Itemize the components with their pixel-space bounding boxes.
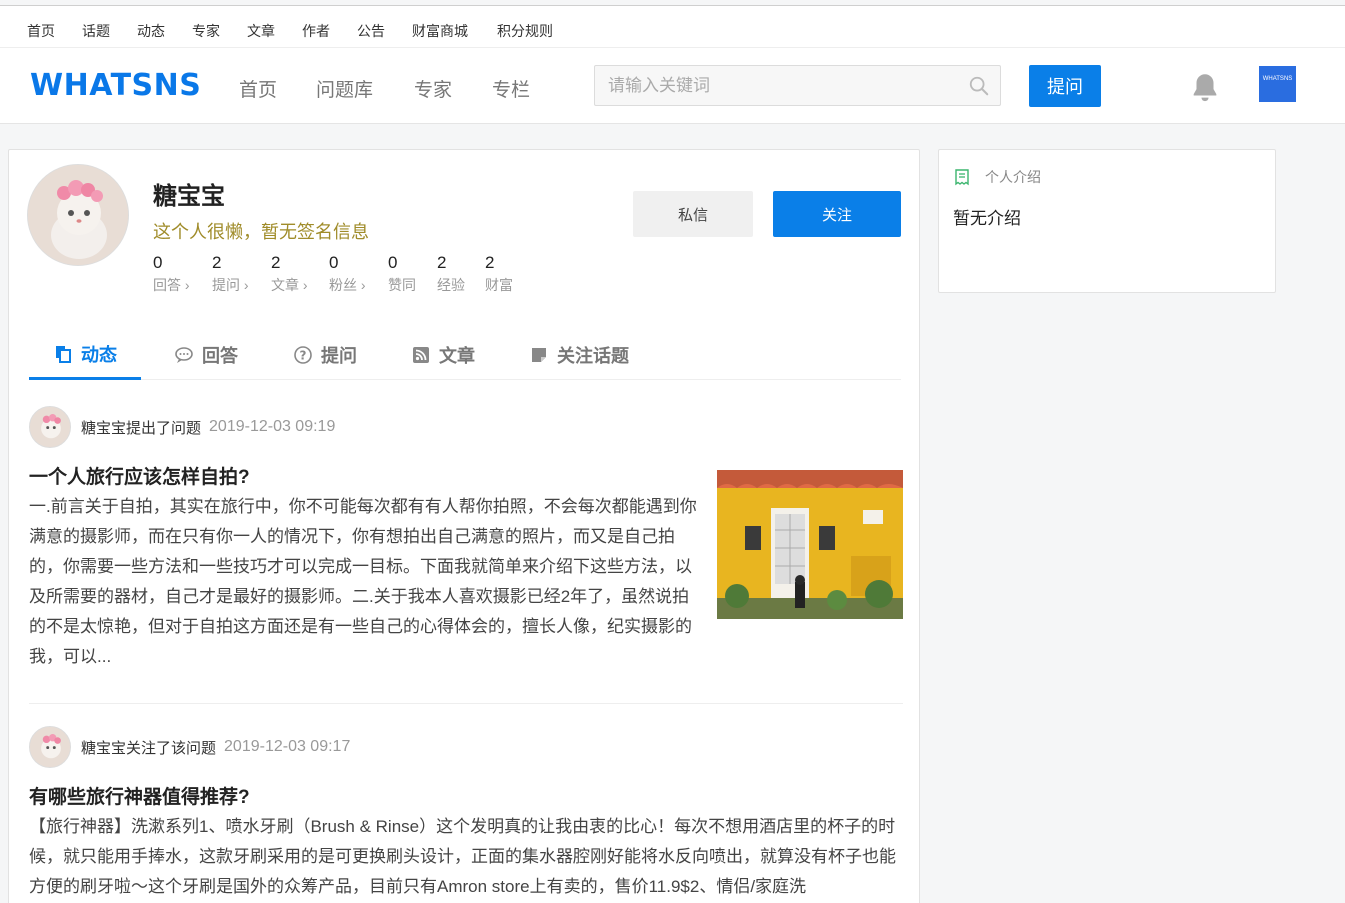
question-icon: ?: [294, 346, 312, 364]
feed-time: 2019-12-03 09:17: [224, 738, 351, 755]
rss-icon: [413, 347, 429, 363]
feed-excerpt: 一.前言关于自拍，其实在旅行中，你不可能每次都有有人帮你拍照，不会每次都能遇到你…: [29, 497, 697, 666]
topnav-authors[interactable]: 作者: [302, 21, 330, 41]
topnav-experts[interactable]: 专家: [192, 21, 220, 41]
topnav-activity[interactable]: 动态: [137, 21, 165, 41]
stat-answers[interactable]: 0 回答 ›: [153, 253, 190, 295]
profile-tabs: 动态 回答 ? 提问 文章 关注话题: [29, 330, 901, 380]
tab-questions[interactable]: ? 提问: [269, 330, 381, 380]
intro-title: 个人介绍: [985, 169, 1041, 185]
feed-thumbnail[interactable]: [717, 470, 903, 619]
stat-experience: 2 经验: [437, 253, 465, 293]
feed-time: 2019-12-03 09:19: [209, 418, 336, 435]
top-bar: 首页 话题 动态 专家 文章 作者 公告 财富商城 积分规则: [0, 6, 1345, 48]
feed-title[interactable]: 一个人旅行应该怎样自拍?: [29, 462, 250, 489]
feed-item: 糖宝宝关注了该问题 2019-12-03 09:17 有哪些旅行神器值得推荐? …: [29, 726, 903, 903]
topnav-topics[interactable]: 话题: [82, 21, 110, 41]
topnav-announcements[interactable]: 公告: [357, 21, 385, 41]
stat-followers[interactable]: 0 粉丝 ›: [329, 253, 366, 295]
nav-experts[interactable]: 专家: [414, 75, 452, 102]
feed-item: 糖宝宝提出了问题 2019-12-03 09:19 一个人旅行应该怎样自拍? 一…: [29, 406, 903, 706]
search-box: [594, 65, 1001, 106]
intro-body: 暂无介绍: [953, 209, 1021, 228]
profile-name: 糖宝宝: [153, 183, 225, 210]
svg-text:?: ?: [300, 349, 307, 363]
search-input[interactable]: [595, 66, 955, 105]
topnav-home[interactable]: 首页: [27, 21, 55, 41]
feed-divider: [29, 703, 903, 704]
tab-articles[interactable]: 文章: [387, 330, 499, 380]
tab-answers[interactable]: 回答: [150, 330, 262, 380]
stat-questions[interactable]: 2 提问 ›: [212, 253, 249, 295]
feed-title[interactable]: 有哪些旅行神器值得推荐?: [29, 782, 250, 809]
follow-button[interactable]: 关注: [773, 191, 901, 237]
user-avatar[interactable]: WHATSNS: [1259, 66, 1296, 102]
feed-avatar[interactable]: [29, 406, 71, 448]
nav-home[interactable]: 首页: [239, 75, 277, 102]
topnav-mall[interactable]: 财富商城: [412, 21, 468, 41]
intro-card: 个人介绍 暂无介绍: [938, 149, 1276, 293]
private-message-button[interactable]: 私信: [633, 191, 753, 237]
feed-action[interactable]: 糖宝宝提出了问题: [81, 417, 201, 438]
ask-question-button[interactable]: 提问: [1029, 65, 1101, 107]
nav-columns[interactable]: 专栏: [492, 75, 530, 102]
stat-wealth: 2 财富: [485, 253, 513, 293]
nav-question-bank[interactable]: 问题库: [316, 75, 373, 102]
bell-icon[interactable]: [1188, 70, 1222, 104]
topnav-articles[interactable]: 文章: [247, 21, 275, 41]
copy-icon: [56, 345, 71, 363]
profile-card: 糖宝宝 这个人很懒，暂无签名信息 0 回答 › 2 提问 › 2 文章 › 0 粉丝 ›…: [8, 149, 920, 903]
search-icon[interactable]: [968, 75, 990, 97]
site-logo[interactable]: WHATSNS: [30, 68, 201, 103]
stat-likes: 0 赞同: [388, 253, 416, 293]
topnav-points-rules[interactable]: 积分规则: [497, 21, 553, 41]
feed-action[interactable]: 糖宝宝关注了该问题: [81, 737, 216, 758]
main-header: WHATSNS 首页 问题库 专家 专栏 提问 WHATSNS: [0, 48, 1345, 124]
profile-avatar: [27, 164, 129, 266]
profile-signature: 这个人很懒，暂无签名信息: [153, 222, 369, 242]
sticky-note-icon: [532, 348, 546, 362]
tab-activity[interactable]: 动态: [29, 330, 141, 380]
feed-excerpt: 【旅行神器】洗漱系列1、喷水牙刷（Brush & Rinse）这个发明真的让我由…: [29, 817, 896, 896]
comment-icon: [175, 347, 193, 363]
receipt-icon: [955, 169, 969, 186]
tab-followed-topics[interactable]: 关注话题: [505, 330, 653, 380]
feed-avatar[interactable]: [29, 726, 71, 768]
stat-articles[interactable]: 2 文章 ›: [271, 253, 308, 295]
